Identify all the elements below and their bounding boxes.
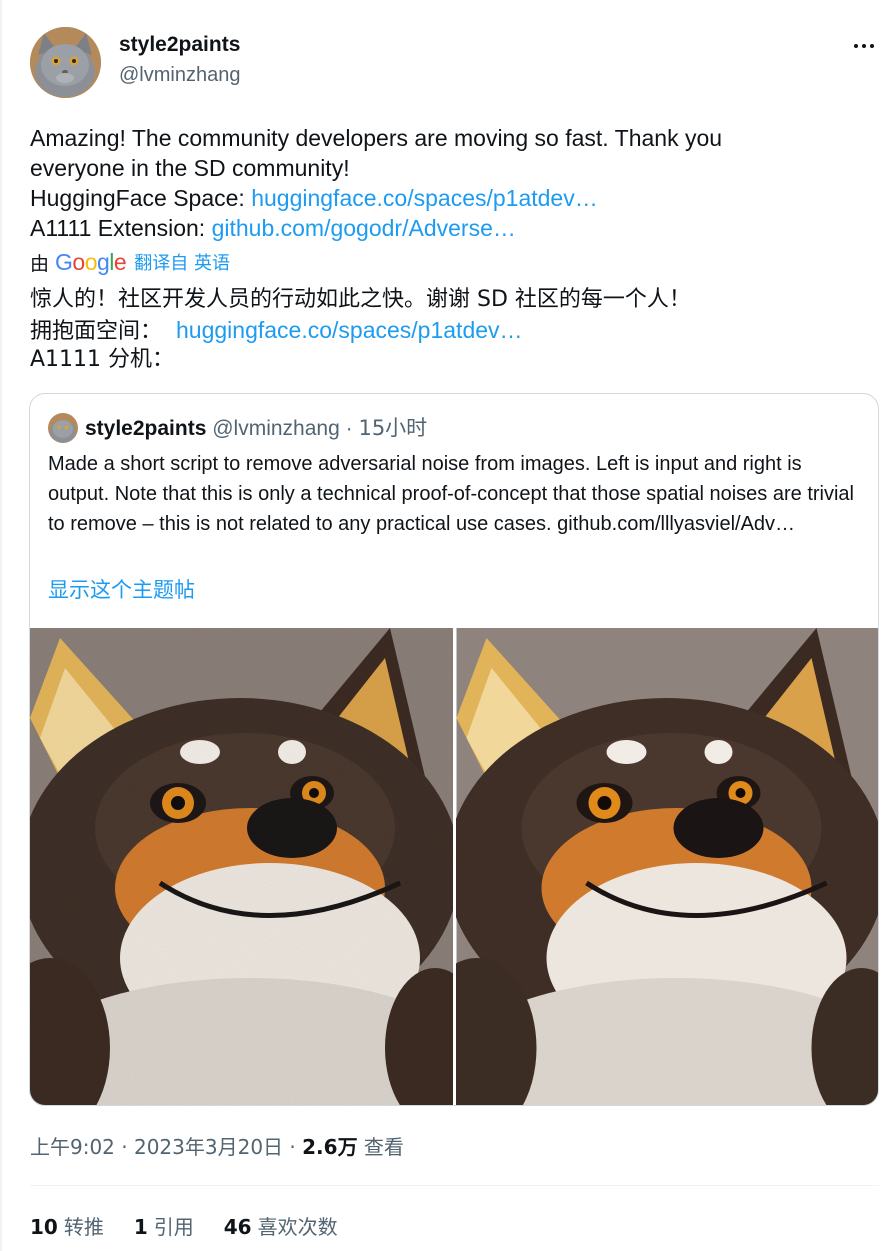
author-avatar[interactable] bbox=[30, 27, 101, 98]
tweet-huggingface-line: HuggingFace Space: huggingface.co/spaces… bbox=[30, 183, 598, 213]
retweets-count: 10 bbox=[30, 1215, 58, 1239]
huggingface-label: HuggingFace Space: bbox=[30, 185, 252, 211]
fox-output-image[interactable] bbox=[456, 628, 878, 1105]
views-label: 查看 bbox=[357, 1135, 404, 1159]
author-name[interactable]: style2paints bbox=[119, 33, 240, 57]
quoted-tweet-card[interactable]: style2paints @lvminzhang · 15小时 Made a s… bbox=[29, 393, 879, 1106]
retweets-label: 转推 bbox=[63, 1215, 104, 1239]
show-thread-link[interactable]: 显示这个主题帖 bbox=[48, 574, 195, 604]
translation-hf-link[interactable]: huggingface.co/spaces/p1atdev… bbox=[176, 317, 523, 343]
translation-line2: 拥抱面空间： huggingface.co/spaces/p1atdev… bbox=[30, 315, 523, 347]
tweet-a1111-line: A1111 Extension: github.com/gogodr/Adver… bbox=[30, 213, 516, 243]
quoted-tweet-header: style2paints @lvminzhang · 15小时 bbox=[85, 414, 427, 443]
quoted-author-name[interactable]: style2paints bbox=[85, 417, 206, 440]
divider bbox=[30, 1185, 879, 1186]
huggingface-link[interactable]: huggingface.co/spaces/p1atdev… bbox=[251, 185, 598, 211]
quotes-label: 引用 bbox=[153, 1215, 194, 1239]
quoted-body-link[interactable]: github.com/lllyasviel/Adv… bbox=[557, 513, 795, 535]
quoted-author-handle[interactable]: @lvminzhang bbox=[212, 417, 340, 440]
likes-label: 喜欢次数 bbox=[257, 1215, 338, 1239]
fox-illustration bbox=[30, 628, 453, 1105]
quoted-timestamp[interactable]: 15小时 bbox=[358, 416, 427, 440]
likes-count: 46 bbox=[223, 1215, 252, 1239]
tweet-detail: style2paints @lvminzhang Amazing! The co… bbox=[0, 0, 893, 1251]
cat-avatar-icon bbox=[30, 27, 101, 98]
retweets-stat[interactable]: 10 转推 bbox=[30, 1211, 104, 1240]
translation-hf-label: 拥抱面空间： bbox=[30, 319, 163, 344]
a1111-label: A1111 Extension: bbox=[30, 215, 212, 241]
quotes-stat[interactable]: 1 引用 bbox=[134, 1211, 194, 1240]
likes-stat[interactable]: 46 喜欢次数 bbox=[224, 1211, 338, 1240]
fox-input-image[interactable] bbox=[30, 628, 453, 1105]
views-count: 2.6万 bbox=[302, 1135, 358, 1159]
tweet-timestamp: 上午9:02 · 2023年3月20日 · 2.6万 查看 bbox=[30, 1131, 404, 1160]
tweet-text-line1: Amazing! The community developers are mo… bbox=[30, 125, 723, 151]
translated-from-link[interactable]: 翻译自 英语 bbox=[134, 249, 230, 275]
timestamp-text[interactable]: 上午9:02 · 2023年3月20日 · bbox=[30, 1135, 302, 1159]
a1111-link[interactable]: github.com/gogodr/Adverse… bbox=[212, 215, 516, 241]
quoted-author-avatar[interactable] bbox=[48, 413, 78, 443]
engagement-stats: 10 转推 1 引用 46 喜欢次数 bbox=[30, 1211, 338, 1240]
quoted-separator: · bbox=[339, 417, 359, 440]
column-border bbox=[0, 0, 2, 1251]
translation-line3: A1111 分机： bbox=[30, 347, 175, 372]
author-handle[interactable]: @lvminzhang bbox=[119, 64, 240, 87]
tweet-text-line2: everyone in the SD community! bbox=[30, 155, 350, 181]
translated-by-label: 由 bbox=[30, 252, 50, 275]
google-logo: Google bbox=[55, 248, 127, 275]
cat-avatar-icon bbox=[48, 413, 78, 443]
fox-illustration bbox=[456, 628, 878, 1105]
translation-attribution: 由 Google 翻译自 英语 bbox=[30, 247, 230, 277]
more-options-icon[interactable] bbox=[850, 34, 878, 58]
translation-line1: 惊人的！社区开发人员的行动如此之快。谢谢 SD 社区的每一个人！ bbox=[30, 287, 691, 312]
quotes-count: 1 bbox=[133, 1215, 148, 1239]
quoted-tweet-text: Made a short script to remove adversaria… bbox=[48, 449, 863, 539]
